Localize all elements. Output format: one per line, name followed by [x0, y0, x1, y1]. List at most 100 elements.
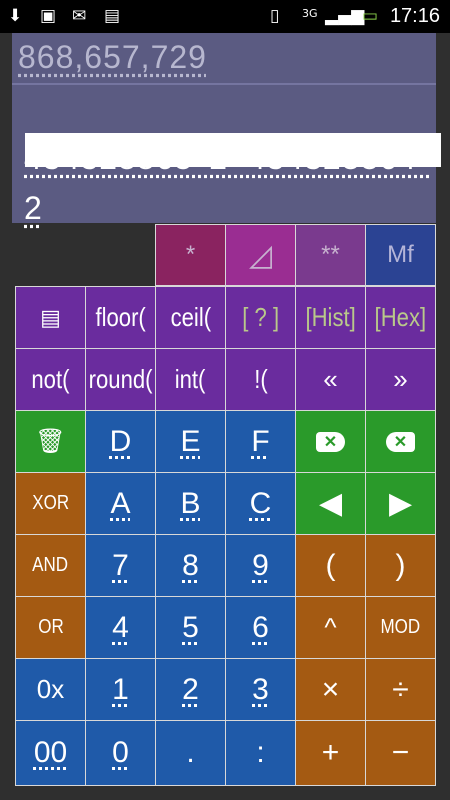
key-2[interactable]: 2 [155, 658, 226, 721]
key-label: 4 [112, 610, 129, 644]
key-label: : [256, 736, 265, 769]
arrow-right-icon: ▶ [388, 487, 413, 520]
key-label: 9 [252, 548, 269, 582]
key-label: AND [32, 554, 69, 576]
arrow-left-icon: ◀ [318, 487, 343, 520]
key-label: F [251, 424, 270, 458]
key-and[interactable]: AND [15, 534, 86, 597]
key-label: !( [253, 364, 268, 394]
key-int[interactable]: int( [155, 348, 226, 411]
key-label: 0x [36, 674, 65, 704]
key-label: A [110, 486, 131, 520]
key-times[interactable]: × [295, 658, 366, 721]
key-hex[interactable]: [Hex] [365, 286, 436, 349]
key-label: ) [395, 548, 406, 582]
key-label: 00 [33, 736, 68, 769]
key-label: − [391, 736, 410, 769]
key-shift-left[interactable]: « [295, 348, 366, 411]
key-label: not( [31, 364, 70, 394]
triangle-icon: ◿ [248, 238, 273, 272]
key-power-star[interactable]: ** [295, 224, 366, 286]
key-floor[interactable]: floor( [85, 286, 156, 349]
key-3[interactable]: 3 [225, 658, 296, 721]
key-cursor-left[interactable]: ◀ [295, 472, 366, 535]
key-8[interactable]: 8 [155, 534, 226, 597]
key-close-paren[interactable]: ) [365, 534, 436, 597]
key-label: ceil( [170, 302, 211, 332]
key-label: 6 [252, 610, 269, 644]
key-plus[interactable]: + [295, 720, 366, 786]
key-hex-prefix[interactable]: 0x [15, 658, 86, 721]
key-double-zero[interactable]: 00 [15, 720, 86, 786]
key-5[interactable]: 5 [155, 596, 226, 659]
key-7[interactable]: 7 [85, 534, 156, 597]
key-round[interactable]: round( [85, 348, 156, 411]
key-9[interactable]: 9 [225, 534, 296, 597]
key-label: 8 [182, 548, 199, 582]
key-d[interactable]: D [85, 410, 156, 473]
key-factorial[interactable]: !( [225, 348, 296, 411]
key-label: D [109, 424, 132, 458]
key-paste[interactable]: ▤ [15, 286, 86, 349]
key-6[interactable]: 6 [225, 596, 296, 659]
key-label: Mf [387, 241, 414, 268]
key-label: « [323, 364, 338, 394]
vibrate-icon: ▯ [270, 6, 280, 26]
key-0[interactable]: 0 [85, 720, 156, 786]
key-a[interactable]: A [85, 472, 156, 535]
key-label: [Hist] [305, 302, 356, 332]
key-clear[interactable]: 🗑 [15, 410, 86, 473]
key-divide[interactable]: ÷ [365, 658, 436, 721]
key-cursor-right[interactable]: ▶ [365, 472, 436, 535]
key-history[interactable]: [Hist] [295, 286, 366, 349]
key-b[interactable]: B [155, 472, 226, 535]
key-label: [ ? ] [242, 302, 279, 332]
key-c[interactable]: C [225, 472, 296, 535]
key-1[interactable]: 1 [85, 658, 156, 721]
key-memory-function[interactable]: Mf [365, 224, 436, 286]
key-4[interactable]: 4 [85, 596, 156, 659]
key-label: × [321, 672, 340, 706]
expression-panel[interactable]: 434328865^2−434328864^2 [12, 85, 441, 226]
key-help[interactable]: [ ? ] [225, 286, 296, 349]
gmail-icon: ✉ [72, 6, 87, 26]
key-decimal-point[interactable]: . [155, 720, 226, 786]
key-label: C [249, 486, 272, 520]
key-label: XOR [32, 492, 69, 514]
download-icon: ⬇ [8, 6, 23, 26]
key-label: ( [325, 548, 336, 582]
key-label: [Hex] [374, 302, 427, 332]
trash-icon: 🗑 [35, 428, 66, 455]
key-e[interactable]: E [155, 410, 226, 473]
key-f[interactable]: F [225, 410, 296, 473]
key-triangle[interactable]: ◿ [225, 224, 296, 286]
key-label: ** [321, 241, 340, 268]
key-not[interactable]: not( [15, 348, 86, 411]
status-bar: ⬇ ▣ ✉ ▤ ▯ 3G ▂▄▆ ▭ 17:16 [0, 0, 450, 33]
key-label: B [180, 486, 201, 520]
image-icon: ▣ [40, 6, 57, 26]
key-xor[interactable]: XOR [15, 472, 86, 535]
signal-icon: ▂▄▆ [325, 6, 365, 26]
key-label: ^ [324, 612, 337, 642]
key-open-paren[interactable]: ( [295, 534, 366, 597]
key-label: round( [88, 364, 153, 394]
key-label: MOD [380, 616, 421, 638]
key-label: 2 [182, 672, 199, 706]
key-multiply-star[interactable]: * [155, 224, 226, 286]
key-label: 5 [182, 610, 199, 644]
key-or[interactable]: OR [15, 596, 86, 659]
key-label: * [185, 241, 196, 268]
key-label: OR [37, 616, 64, 638]
key-delete-forward[interactable]: ✕ [365, 410, 436, 473]
key-ceil[interactable]: ceil( [155, 286, 226, 349]
key-minus[interactable]: − [365, 720, 436, 786]
text-cursor [25, 133, 441, 167]
key-colon[interactable]: : [225, 720, 296, 786]
key-shift-right[interactable]: » [365, 348, 436, 411]
key-power[interactable]: ^ [295, 596, 366, 659]
key-mod[interactable]: MOD [365, 596, 436, 659]
calculator-display: 868,657,729 434328865^2−434328864^2 [12, 33, 441, 226]
bag-icon: ▤ [104, 6, 121, 26]
key-backspace[interactable]: ✕ [295, 410, 366, 473]
